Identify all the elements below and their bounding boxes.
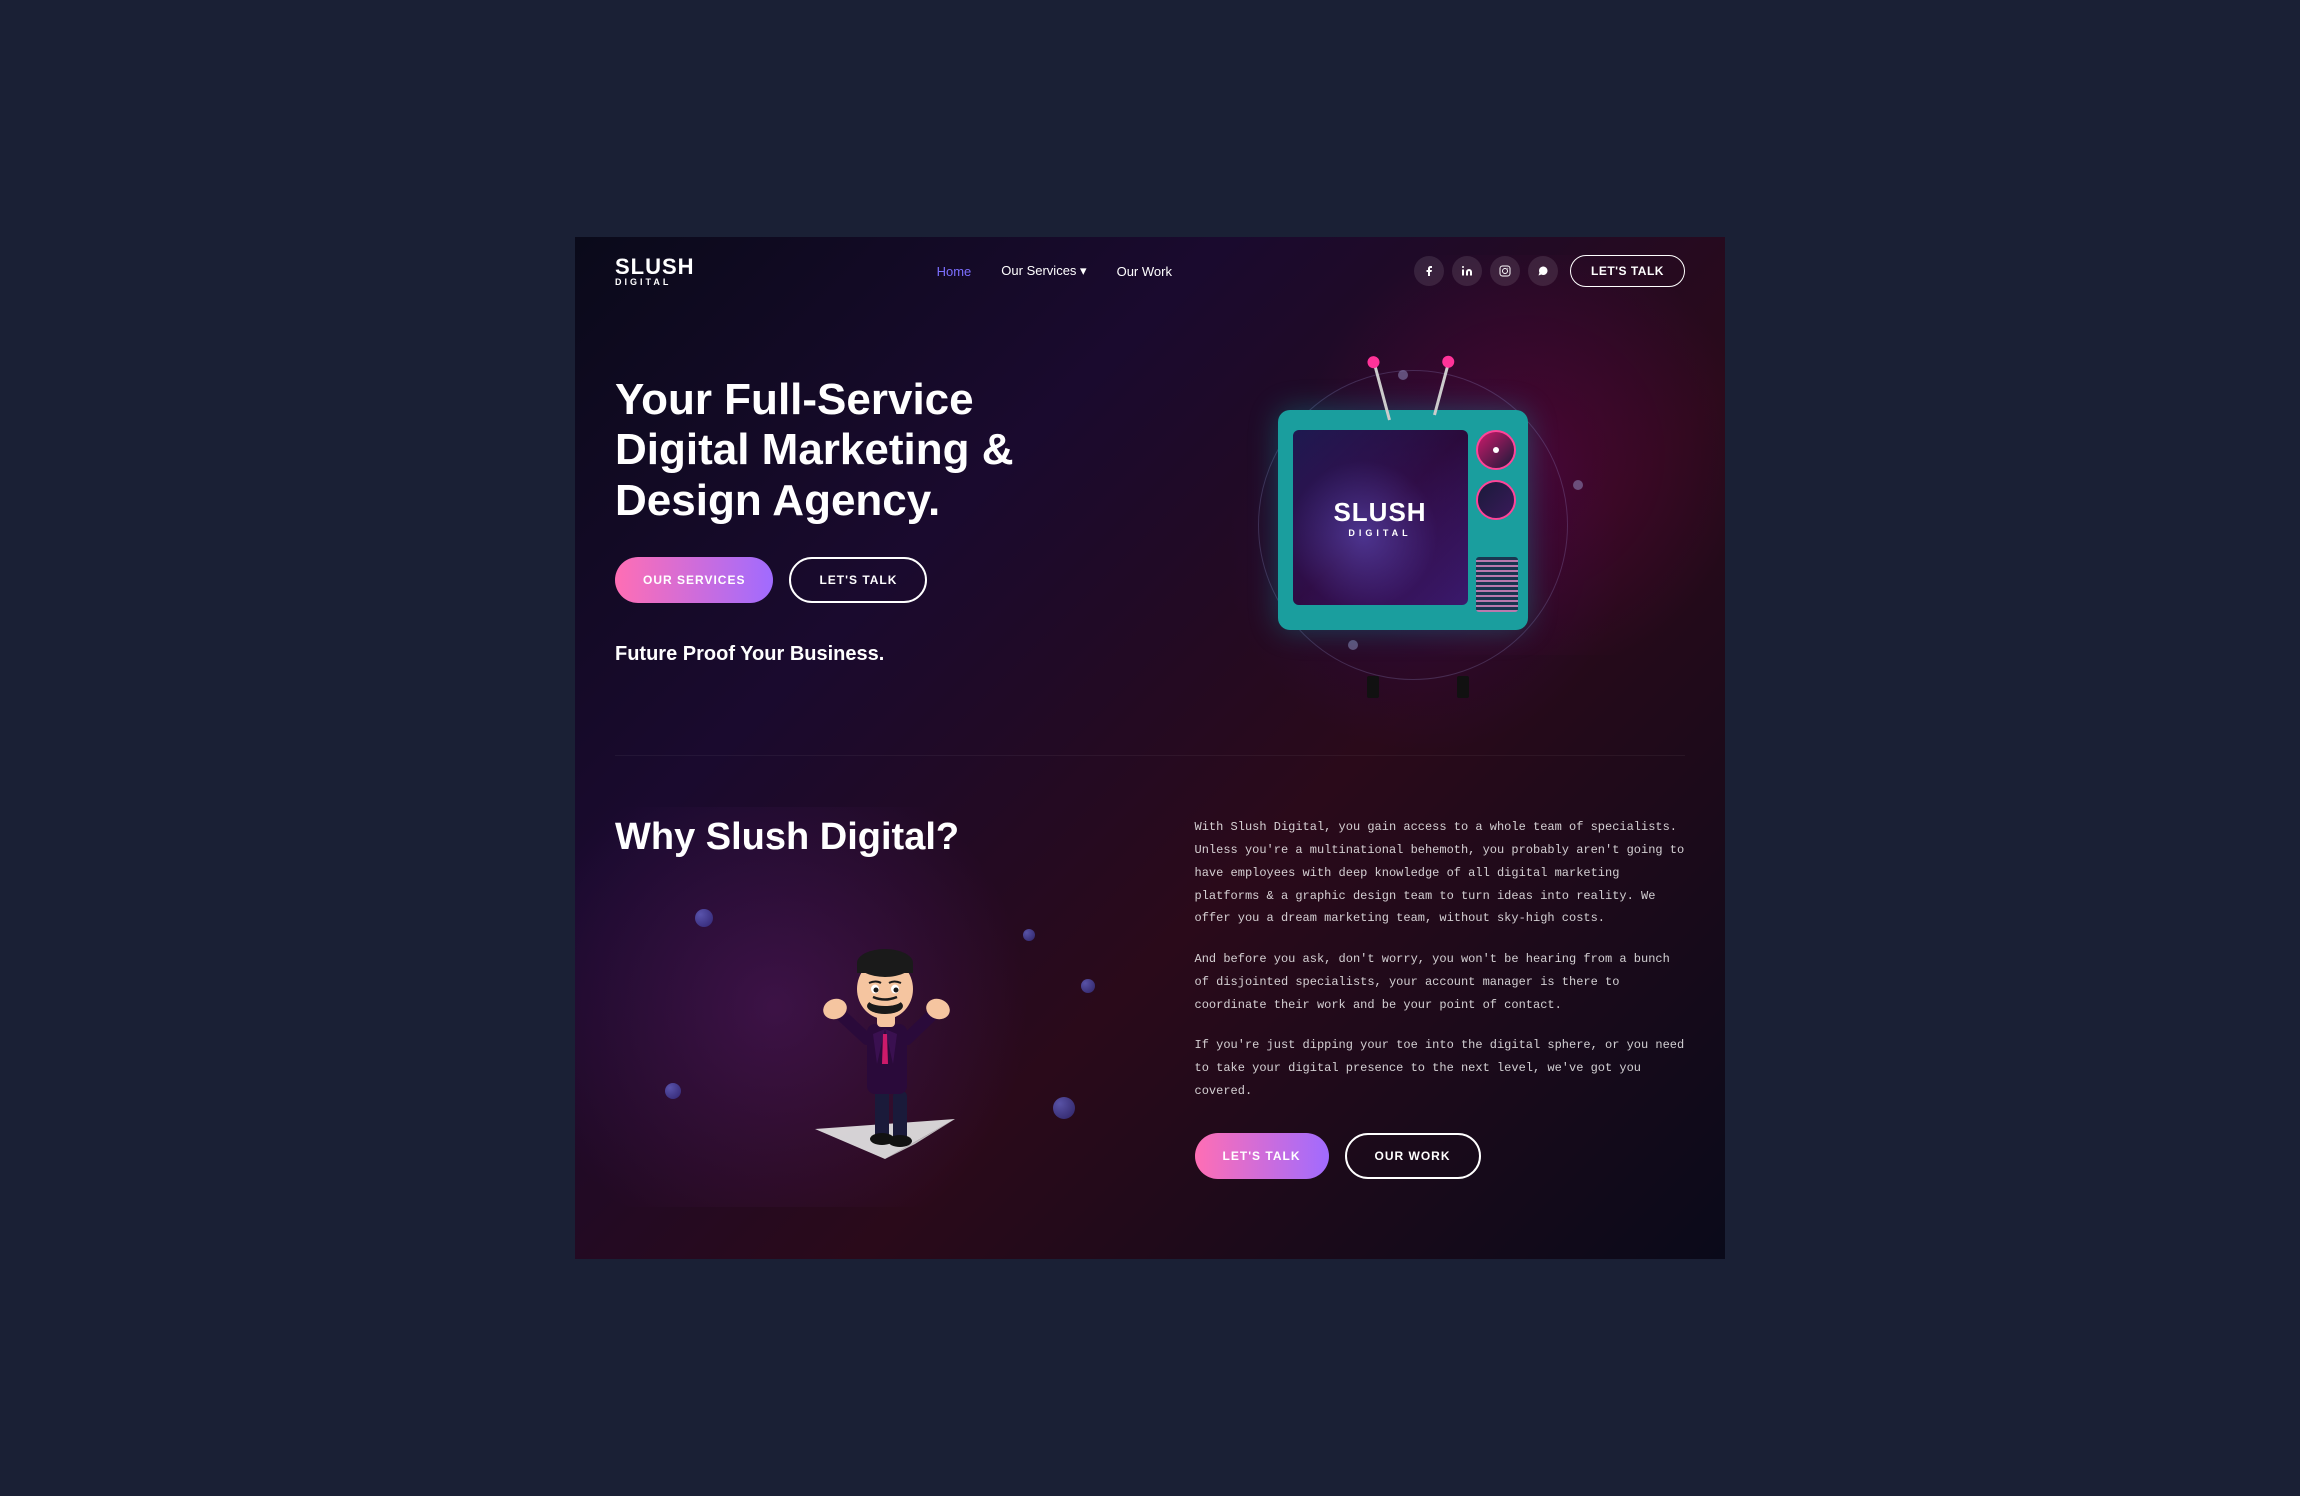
tv-knob-1: [1476, 430, 1516, 470]
facebook-icon[interactable]: [1414, 256, 1444, 286]
tv-legs: [1328, 676, 1508, 698]
tv-body: SLUSH DIGITAL: [1278, 410, 1528, 630]
orbit-dot-1: [1398, 370, 1408, 380]
why-paragraph-2: And before you ask, don't worry, you won…: [1195, 948, 1685, 1016]
whatsapp-icon[interactable]: [1528, 256, 1558, 286]
logo[interactable]: SLUSH DIGITAL: [615, 256, 695, 287]
tv-screen: SLUSH DIGITAL: [1293, 430, 1468, 605]
tv-screen-digital: DIGITAL: [1333, 528, 1426, 538]
tv-controls: [1476, 430, 1516, 520]
why-left: Why Slush Digital?: [615, 816, 1155, 1159]
tv-knob-2: [1476, 480, 1516, 520]
nav-right: LET'S TALK: [1414, 255, 1685, 287]
nav-our-work[interactable]: Our Work: [1117, 264, 1172, 279]
our-services-button[interactable]: OUR SERVICES: [615, 557, 773, 603]
instagram-icon[interactable]: [1490, 256, 1520, 286]
nav-services[interactable]: Our Services ▾: [1001, 263, 1086, 279]
why-paragraph-3: If you're just dipping your toe into the…: [1195, 1034, 1685, 1102]
tv-screen-logo: SLUSH DIGITAL: [1333, 497, 1426, 538]
why-buttons: LET'S TALK OUR WORK: [1195, 1133, 1685, 1179]
orb-1: [695, 909, 713, 927]
lets-talk-button-hero[interactable]: LET'S TALK: [789, 557, 927, 603]
hero-title: Your Full-Service Digital Marketing & De…: [615, 375, 1015, 527]
character-container: [615, 879, 1155, 1159]
tv-grille: [1476, 557, 1518, 612]
logo-digital: DIGITAL: [615, 278, 695, 287]
hero-buttons: OUR SERVICES LET'S TALK: [615, 557, 1150, 603]
why-title: Why Slush Digital?: [615, 816, 1155, 859]
nav-home[interactable]: Home: [937, 264, 972, 279]
tv-illustration: SLUSH DIGITAL: [1248, 360, 1588, 680]
navbar: SLUSH DIGITAL Home Our Services ▾ Our Wo…: [575, 237, 1725, 305]
lets-talk-button-why[interactable]: LET'S TALK: [1195, 1133, 1329, 1179]
character-svg: [775, 879, 995, 1179]
why-paragraph-1: With Slush Digital, you gain access to a…: [1195, 816, 1685, 930]
tv-leg-right: [1457, 676, 1469, 698]
social-icons: [1414, 256, 1558, 286]
logo-slush: SLUSH: [615, 256, 695, 278]
orb-4: [1023, 929, 1035, 941]
linkedin-icon[interactable]: [1452, 256, 1482, 286]
orb-3: [1053, 1097, 1075, 1119]
hero-section: Your Full-Service Digital Marketing & De…: [575, 305, 1725, 755]
hero-right: SLUSH DIGITAL: [1150, 360, 1685, 680]
tv-leg-left: [1367, 676, 1379, 698]
orbit-dot-2: [1573, 480, 1583, 490]
why-right: With Slush Digital, you gain access to a…: [1195, 816, 1685, 1179]
nav-links: Home Our Services ▾ Our Work: [937, 263, 1172, 279]
orb-5: [665, 1083, 681, 1099]
hero-left: Your Full-Service Digital Marketing & De…: [615, 375, 1150, 666]
our-work-button[interactable]: OUR WORK: [1345, 1133, 1481, 1179]
tv-screen-slush: SLUSH: [1333, 497, 1426, 528]
page-wrapper: SLUSH DIGITAL Home Our Services ▾ Our Wo…: [575, 237, 1725, 1259]
orb-2: [1081, 979, 1095, 993]
hero-tagline: Future Proof Your Business.: [615, 643, 1150, 666]
why-section: Why Slush Digital?: [575, 756, 1725, 1259]
nav-cta-button[interactable]: LET'S TALK: [1570, 255, 1685, 287]
orbit-dot-3: [1348, 640, 1358, 650]
